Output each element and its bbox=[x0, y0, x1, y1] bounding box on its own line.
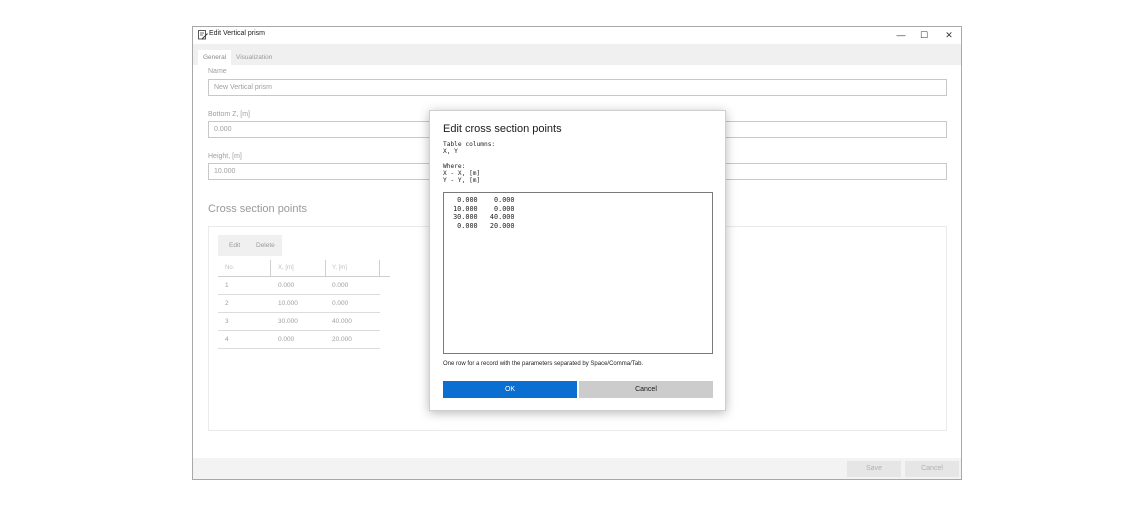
cell-no: 3 bbox=[225, 318, 229, 325]
table-row[interactable]: 1 0.000 0.000 bbox=[218, 277, 380, 295]
minimize-button[interactable]: — bbox=[890, 28, 912, 42]
maximize-button[interactable]: ☐ bbox=[913, 28, 935, 42]
table-row[interactable]: 4 0.000 20.000 bbox=[218, 331, 380, 349]
edit-cross-section-dialog: Edit cross section points Table columns:… bbox=[429, 110, 726, 411]
tab-general[interactable]: General bbox=[198, 50, 232, 65]
table-row[interactable]: 3 30.000 40.000 bbox=[218, 313, 380, 331]
cell-no: 1 bbox=[225, 282, 229, 289]
column-separator[interactable] bbox=[325, 260, 326, 277]
cross-section-title: Cross section points bbox=[208, 203, 308, 215]
dialog-title: Edit cross section points bbox=[443, 123, 562, 135]
table-header: No. X, [m] Y, [m] bbox=[218, 260, 390, 277]
cell-no: 4 bbox=[225, 336, 229, 343]
delete-button[interactable]: Delete bbox=[256, 235, 275, 256]
window-title: Edit Vertical prism bbox=[209, 30, 266, 37]
tab-bar: General Visualization bbox=[193, 44, 961, 65]
points-text-area[interactable]: 0.000 0.000 10.000 0.000 30.000 40.000 0… bbox=[443, 192, 713, 354]
column-separator[interactable] bbox=[270, 260, 271, 277]
save-button[interactable]: Save bbox=[847, 461, 901, 477]
points-toolbar: Edit Delete bbox=[218, 235, 282, 256]
cell-x: 30.000 bbox=[278, 318, 298, 325]
column-header-no[interactable]: No. bbox=[225, 265, 234, 271]
tab-visualization[interactable]: Visualization bbox=[231, 50, 277, 65]
points-text-content: 0.000 0.000 10.000 0.000 30.000 40.000 0… bbox=[453, 196, 515, 230]
name-label: Name bbox=[208, 68, 227, 75]
column-header-x[interactable]: X, [m] bbox=[278, 265, 294, 271]
column-header-y[interactable]: Y, [m] bbox=[332, 265, 347, 271]
cell-y: 40.000 bbox=[332, 318, 352, 325]
edit-button[interactable]: Edit bbox=[229, 235, 240, 256]
edit-document-icon bbox=[198, 30, 208, 40]
title-bar: Edit Vertical prism — ☐ ✕ bbox=[193, 27, 961, 44]
cell-x: 0.000 bbox=[278, 336, 295, 343]
cell-x: 0.000 bbox=[278, 282, 295, 289]
column-separator[interactable] bbox=[379, 260, 380, 277]
ok-button[interactable]: OK bbox=[443, 381, 577, 398]
cell-y: 20.000 bbox=[332, 336, 352, 343]
format-hint: One row for a record with the parameters… bbox=[443, 361, 644, 367]
name-field[interactable]: New Vertical prism bbox=[208, 79, 947, 96]
cell-y: 0.000 bbox=[332, 300, 349, 307]
cell-x: 10.000 bbox=[278, 300, 298, 307]
where-y: Y - Y, [m] bbox=[443, 177, 481, 184]
dialog-cancel-button[interactable]: Cancel bbox=[579, 381, 713, 398]
table-row[interactable]: 2 10.000 0.000 bbox=[218, 295, 380, 313]
cancel-button[interactable]: Cancel bbox=[905, 461, 959, 477]
bottom-z-label: Bottom Z, [m] bbox=[208, 111, 251, 118]
points-table: No. X, [m] Y, [m] 1 0.000 0.000 2 10.000… bbox=[218, 260, 390, 349]
cell-no: 2 bbox=[225, 300, 229, 307]
height-label: Height, [m] bbox=[208, 153, 242, 160]
close-button[interactable]: ✕ bbox=[938, 28, 960, 42]
cell-y: 0.000 bbox=[332, 282, 349, 289]
footer-bar: Save Cancel bbox=[193, 458, 961, 479]
table-columns-value: X, Y bbox=[443, 148, 458, 155]
